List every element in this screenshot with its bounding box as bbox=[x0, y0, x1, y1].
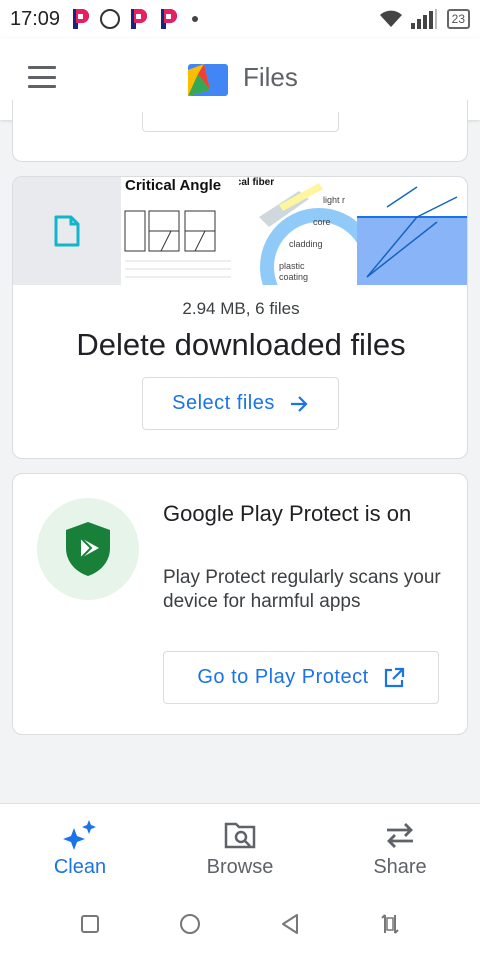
bottom-navigation: Clean Browse Share bbox=[0, 803, 480, 888]
critical-angle-thumbnail[interactable]: Critical Angle bbox=[121, 177, 239, 285]
nav-share[interactable]: Share bbox=[320, 804, 480, 888]
play-protect-description: Play Protect regularly scans your device… bbox=[163, 567, 441, 612]
whatsapp-icon bbox=[100, 9, 121, 29]
shield-badge bbox=[37, 498, 139, 600]
previous-card bbox=[12, 100, 468, 162]
refraction-thumbnail[interactable] bbox=[357, 177, 467, 285]
nav-clean[interactable]: Clean bbox=[0, 804, 160, 888]
delete-downloads-card: Critical Angle ical fiber light r bbox=[12, 176, 468, 459]
browse-folder-icon bbox=[224, 822, 256, 849]
system-navigation bbox=[0, 888, 480, 960]
select-files-button[interactable]: Select files bbox=[142, 377, 339, 430]
app-title: Files bbox=[243, 62, 298, 92]
rotate-icon[interactable] bbox=[378, 912, 402, 936]
light-label: light r bbox=[323, 195, 346, 205]
signal-icon bbox=[410, 9, 437, 29]
nav-share-label: Share bbox=[373, 856, 427, 878]
previous-card-button[interactable] bbox=[142, 112, 339, 132]
open-external-icon bbox=[384, 667, 404, 687]
status-time: 17:09 bbox=[10, 7, 61, 30]
select-files-label: Select files bbox=[172, 392, 275, 414]
plastic-label: plastic bbox=[279, 261, 305, 271]
download-card-title: Delete downloaded files bbox=[76, 327, 406, 362]
cladding-label: cladding bbox=[289, 239, 323, 249]
status-bar: 17:09 23 bbox=[0, 0, 480, 38]
play-protect-shield-icon bbox=[66, 522, 110, 576]
files-logo-icon bbox=[188, 64, 228, 96]
thumbnail-title: Critical Angle bbox=[125, 177, 222, 194]
pocket-p-icon bbox=[73, 9, 90, 29]
nav-browse[interactable]: Browse bbox=[160, 804, 320, 888]
go-to-play-protect-button[interactable]: Go to Play Protect bbox=[163, 651, 439, 704]
sparkle-icon bbox=[63, 820, 96, 850]
download-thumbnails: Critical Angle ical fiber light r bbox=[13, 177, 467, 285]
notification-dot-icon bbox=[192, 16, 199, 22]
arrow-right-icon bbox=[290, 395, 308, 412]
nav-clean-label: Clean bbox=[53, 856, 107, 878]
play-protect-button-label: Go to Play Protect bbox=[197, 666, 369, 688]
download-meta: 2.94 MB, 6 files bbox=[182, 299, 300, 318]
pocket-p-icon bbox=[161, 9, 178, 29]
play-protect-card: Google Play Protect is on Play Protect r… bbox=[12, 473, 468, 735]
pocket-p-icon bbox=[131, 9, 148, 29]
menu-icon[interactable] bbox=[28, 66, 56, 88]
home-circle-icon[interactable] bbox=[178, 912, 202, 936]
document-icon bbox=[54, 215, 80, 247]
core-label: core bbox=[313, 217, 331, 227]
optical-fiber-thumbnail[interactable]: ical fiber light r core cladding plastic… bbox=[239, 177, 357, 285]
recents-square-icon[interactable] bbox=[78, 912, 102, 936]
play-protect-title: Google Play Protect is on bbox=[163, 501, 412, 526]
battery-indicator: 23 bbox=[446, 9, 470, 29]
back-triangle-icon[interactable] bbox=[278, 912, 302, 936]
swap-arrows-icon bbox=[387, 823, 413, 848]
nav-browse-label: Browse bbox=[206, 856, 274, 878]
wifi-icon bbox=[379, 10, 402, 27]
coating-label: coating bbox=[279, 272, 309, 282]
file-thumbnail[interactable] bbox=[13, 177, 121, 285]
